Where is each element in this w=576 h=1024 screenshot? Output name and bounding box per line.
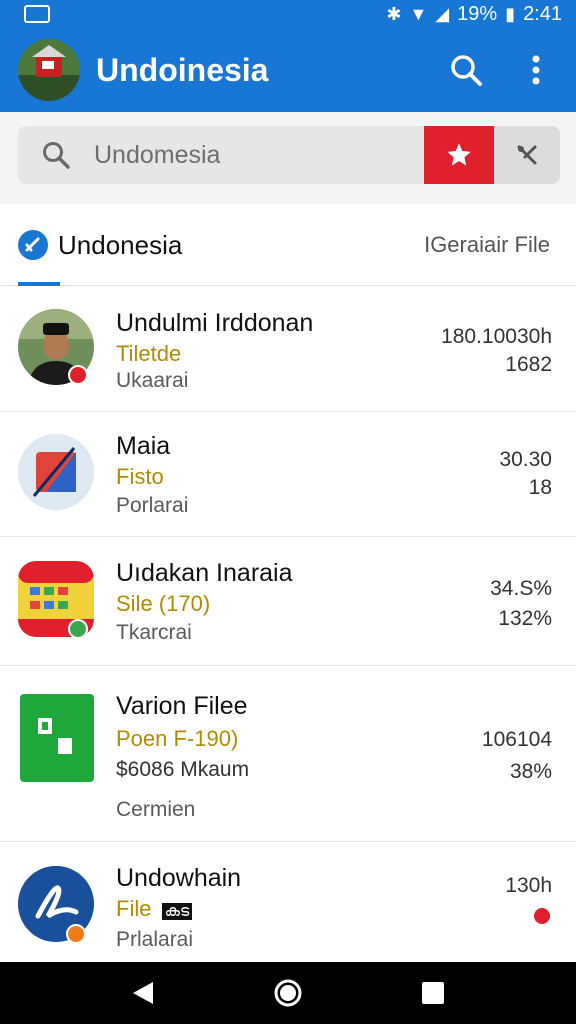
item-value: 30.30 (499, 448, 552, 471)
tab-label: Undonesia (58, 229, 183, 260)
item-detail: Ukaarai (116, 369, 189, 392)
list-item[interactable]: Varion Filee Poen F-190) $6086 Mkaum Cer… (0, 666, 576, 842)
status-badge (68, 365, 88, 385)
item-detail: Prlalarai (116, 928, 194, 951)
item-subtitle-text: File (116, 896, 152, 921)
search-button[interactable] (444, 48, 488, 92)
wifi-icon: ▼ (409, 3, 428, 24)
search-area (0, 112, 576, 204)
app-title: Undoinesia (96, 51, 269, 88)
clock: 2:41 (523, 2, 562, 25)
tools-icon (517, 145, 537, 165)
recents-icon (422, 982, 445, 1004)
item-title: Maia (116, 432, 171, 460)
item-extra: Cermien (116, 798, 196, 821)
item-subtitle: File കട (116, 896, 193, 922)
item-subtitle: Tiletde (116, 341, 182, 366)
item-count: 1682 (505, 353, 552, 376)
status-bar: ✱ ▼ ◢ 19% ▮ 2:41 (0, 0, 576, 28)
navigation-bar (0, 962, 576, 1024)
status-badge (68, 619, 88, 639)
battery-text: 19% (457, 2, 498, 25)
back-icon (132, 982, 153, 1004)
search-icon (451, 55, 482, 86)
bluetooth-icon: ✱ (386, 3, 402, 24)
list-item[interactable]: Undowhain File കട Prlalarai 130h (0, 842, 576, 962)
alert-dot-icon (534, 908, 550, 924)
home-button[interactable] (258, 968, 318, 1018)
item-value: 130h (505, 874, 552, 897)
file-list: Undulmi Irddonan Tiletde Ukaarai 180.100… (0, 287, 576, 962)
item-subtitle: Sile (170) (116, 591, 211, 616)
pdf-app-icon (18, 434, 94, 510)
item-title: Undowhain (116, 864, 242, 892)
signal-icon: ◢ (435, 3, 450, 24)
star-icon (447, 143, 471, 166)
search-input[interactable] (94, 140, 424, 170)
item-title: Varion Filee (116, 692, 248, 720)
status-badge (66, 924, 86, 944)
item-count: 38% (509, 760, 552, 783)
tab-row: Undonesia IGeraiair File (0, 204, 576, 286)
item-count: 18 (528, 476, 552, 499)
item-title: Undulmi Irddonan (116, 309, 314, 337)
spreadsheet-app-icon (20, 694, 94, 782)
list-item[interactable]: Uıdakan Inaraia Sile (170) Tkarcrai 34.S… (0, 537, 576, 666)
search-box[interactable] (18, 126, 560, 184)
avatar[interactable] (18, 39, 80, 101)
item-value: 106104 (481, 728, 552, 751)
item-tag: കട (161, 903, 193, 920)
app-bar: Undoinesia (0, 28, 576, 112)
gallery-notification-icon (24, 5, 50, 23)
battery-icon: ▮ (505, 3, 516, 24)
item-detail: Porlarai (116, 494, 189, 517)
item-title: Uıdakan Inaraia (116, 559, 293, 587)
item-subtitle: Poen F-190) (116, 726, 239, 751)
recents-button[interactable] (403, 968, 463, 1018)
tools-button[interactable] (494, 126, 560, 184)
back-button[interactable] (113, 968, 173, 1018)
item-count: 132% (498, 607, 552, 630)
list-item[interactable]: Undulmi Irddonan Tiletde Ukaarai 180.100… (0, 287, 576, 412)
tab-indicator (18, 282, 60, 286)
item-value: 180.10030h (441, 325, 552, 348)
tab-general-file[interactable]: IGeraiair File (424, 204, 550, 286)
search-icon (43, 142, 70, 169)
more-options-button[interactable] (514, 48, 558, 92)
item-detail: Tkarcrai (116, 621, 192, 644)
item-detail: $6086 Mkaum (116, 758, 250, 781)
item-value: 34.S% (490, 577, 552, 600)
more-vert-icon (532, 55, 540, 85)
item-subtitle: Fisto (116, 464, 164, 489)
list-item[interactable]: Maia Fisto Porlarai 30.30 18 (0, 412, 576, 537)
favorite-button[interactable] (424, 126, 494, 184)
tab-undonesia[interactable]: Undonesia (18, 204, 182, 286)
avatar-photo-icon (18, 39, 80, 101)
check-icon (18, 230, 48, 260)
home-icon (274, 979, 302, 1007)
